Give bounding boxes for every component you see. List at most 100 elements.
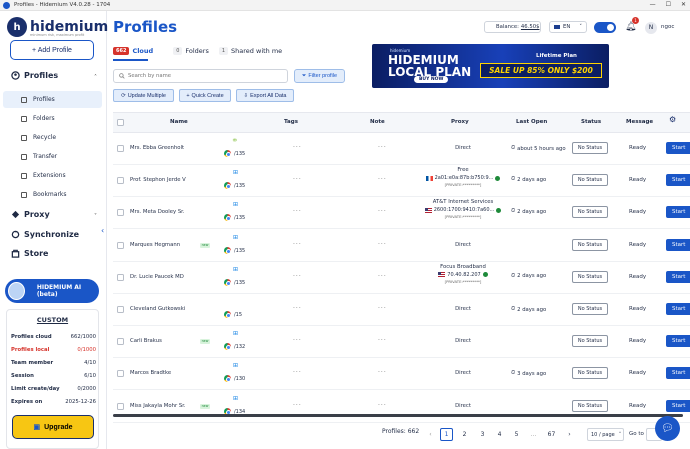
status-select[interactable]: No Status [572, 367, 608, 380]
row-checkbox[interactable] [117, 241, 124, 249]
theme-toggle[interactable] [594, 22, 616, 33]
chevron-down-icon[interactable]: ˅ [94, 213, 97, 220]
status-select[interactable]: No Status [572, 399, 608, 412]
tags-more-button[interactable]: ··· [293, 369, 302, 376]
next-page-button[interactable]: › [563, 428, 576, 441]
status-select[interactable]: No Status [572, 142, 608, 154]
row-checkbox[interactable] [117, 145, 124, 152]
profile-name[interactable]: Cleveland Gutkowski [130, 306, 185, 312]
sidebar-item-transfer[interactable]: Transfer [3, 148, 102, 165]
profile-name[interactable]: Carli Brakus [130, 338, 162, 344]
start-button[interactable]: Start [666, 206, 690, 219]
sidebar-item-recycle[interactable]: Recycle [3, 129, 102, 146]
column-header-tags[interactable]: Tags [284, 119, 298, 125]
start-button[interactable]: Start [666, 142, 690, 154]
status-select[interactable]: No Status [572, 335, 608, 348]
page-2[interactable]: 2 [458, 428, 471, 441]
profile-name[interactable]: Mrs. Ebba Greenholt [130, 145, 184, 151]
note-more-button[interactable]: ··· [378, 273, 387, 280]
note-more-button[interactable]: ··· [378, 208, 387, 215]
status-select[interactable]: No Status [572, 270, 608, 283]
start-button[interactable]: Start [666, 399, 690, 412]
note-more-button[interactable]: ··· [378, 241, 387, 248]
proxy-cell[interactable]: Free 2a01:e0a:87b:b750:9... [PRIVATE:***… [413, 167, 513, 187]
tags-more-button[interactable]: ··· [293, 305, 302, 312]
prev-page-button[interactable]: ‹ [424, 428, 437, 441]
page-5[interactable]: 5 [510, 428, 523, 441]
profile-name[interactable]: Prof. Stephon Jerde V [130, 177, 186, 183]
note-more-button[interactable]: ··· [378, 337, 387, 344]
proxy-cell[interactable]: Direct [413, 391, 513, 409]
nav-section-profiles[interactable]: Profiles [11, 71, 58, 80]
column-header-status[interactable]: Status [581, 119, 601, 125]
row-checkbox[interactable] [117, 338, 124, 346]
proxy-cell[interactable]: AT&T Internet Services 2600:1700:9410:7a… [413, 199, 513, 219]
proxy-cell[interactable]: Direct [413, 230, 513, 248]
status-select[interactable]: No Status [572, 238, 608, 251]
table-row[interactable]: Cleveland Gutkowski /15 ··· ··· Direct ⏲… [113, 294, 690, 326]
start-button[interactable]: Start [666, 270, 690, 283]
promo-banner[interactable]: hidemium HIDEMIUM LOCAL PLAN BUY NOW Lif… [372, 44, 609, 88]
row-checkbox[interactable] [117, 273, 124, 281]
proxy-cell[interactable]: Direct [413, 133, 513, 151]
page-67[interactable]: 67 [545, 428, 558, 441]
note-more-button[interactable]: ··· [378, 144, 387, 151]
page-4[interactable]: 4 [493, 428, 506, 441]
maximize-button[interactable]: ☐ [666, 1, 671, 8]
table-row[interactable]: Mrs. Ebba Greenholt 🤖︎ /135 ··· ··· Dire… [113, 133, 690, 165]
upgrade-button[interactable]: ▣ Upgrade [12, 415, 94, 439]
column-header-proxy[interactable]: Proxy [451, 119, 469, 125]
tags-more-button[interactable]: ··· [293, 273, 302, 280]
start-button[interactable]: Start [666, 174, 690, 187]
note-more-button[interactable]: ··· [378, 176, 387, 183]
collapse-sidebar-icon[interactable]: ‹ [101, 226, 104, 235]
proxy-cell[interactable]: Direct [413, 326, 513, 344]
note-more-button[interactable]: ··· [378, 369, 387, 376]
row-checkbox[interactable] [117, 306, 124, 313]
sidebar-item-profiles[interactable]: Profiles [3, 91, 102, 108]
add-profile-button[interactable]: + Add Profile [10, 40, 94, 60]
tags-more-button[interactable]: ··· [293, 337, 302, 344]
tab-cloud[interactable]: 662 Cloud [113, 45, 153, 57]
avatar[interactable]: N [645, 22, 657, 34]
profile-name[interactable]: Marcos Bradtke [130, 370, 171, 376]
sidebar-item-bookmarks[interactable]: Bookmarks [3, 186, 102, 203]
page-3[interactable]: 3 [476, 428, 489, 441]
chevron-up-icon[interactable]: ˄ [94, 74, 97, 81]
close-button[interactable]: ✕ [681, 1, 686, 8]
tags-more-button[interactable]: ··· [293, 402, 302, 409]
update-multiple-button[interactable]: ⟳ Update Multiple [113, 89, 174, 102]
column-header-name[interactable]: Name [170, 119, 188, 125]
start-button[interactable]: Start [666, 367, 690, 380]
row-checkbox[interactable] [117, 402, 124, 410]
page-1[interactable]: 1 [440, 428, 453, 441]
column-header-note[interactable]: Note [370, 119, 385, 125]
nav-section-synchronize[interactable]: Synchronize [11, 230, 79, 239]
page-size-select[interactable]: 10 / page ˅ [587, 428, 624, 441]
language-select[interactable]: EN ˅ [549, 21, 587, 33]
table-row[interactable]: Prof. Stephon Jerde V ⊞ /135 ··· ··· Fre… [113, 165, 690, 198]
profile-name[interactable]: Dr. Lucie Paucek MD [130, 274, 184, 280]
nav-section-store[interactable]: Store [11, 249, 48, 258]
status-select[interactable]: No Status [572, 206, 608, 219]
tags-more-button[interactable]: ··· [293, 144, 302, 151]
search-input[interactable] [127, 73, 287, 79]
export-all-button[interactable]: ⇩ Export All Data [236, 89, 294, 102]
column-header-last-open[interactable]: Last Open [516, 119, 547, 125]
table-row[interactable]: Marcos Bradtke ⊞ /130 ··· ··· Direct ⏲ 3 … [113, 358, 690, 391]
profile-name[interactable]: Marques Hegmann [130, 242, 180, 248]
table-row[interactable]: Carli Brakus new ⊞ /132 ··· ··· Direct N… [113, 326, 690, 359]
horizontal-scrollbar[interactable] [113, 414, 683, 417]
column-header-message[interactable]: Message [626, 119, 653, 125]
table-row[interactable]: Miss Jakayla Mohr Sr. new ⊞ /134 ··· ···… [113, 391, 690, 423]
tab-folders[interactable]: 0 Folders [173, 45, 209, 57]
balance-display[interactable]: Balance: 46.50$ [484, 21, 541, 33]
user-name[interactable]: ngoc [661, 24, 674, 30]
page-ellipsis[interactable]: ... [527, 428, 540, 441]
tab-shared-with-me[interactable]: 1 Shared with me [218, 45, 282, 57]
row-checkbox[interactable] [117, 209, 124, 217]
minimize-button[interactable]: — [650, 1, 656, 8]
tags-more-button[interactable]: ··· [293, 176, 302, 183]
note-more-button[interactable]: ··· [378, 402, 387, 409]
filter-profile-button[interactable]: ⏷ Filter profile [294, 69, 345, 83]
